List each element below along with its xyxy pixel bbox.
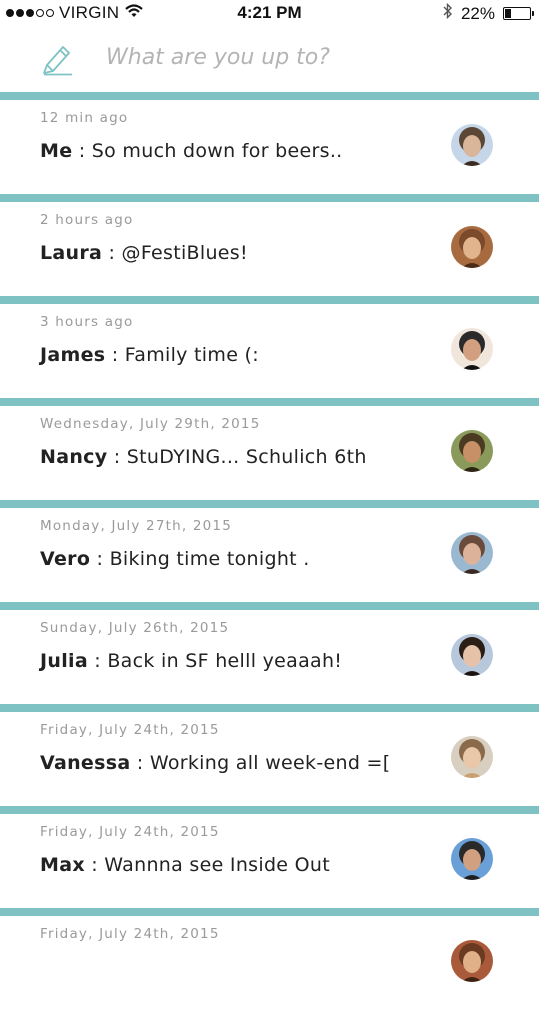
post-content: Julia : Back in SF helll yeaaah!	[40, 650, 342, 672]
post-author: Nancy	[40, 446, 108, 468]
post-separator: :	[84, 854, 105, 876]
post-message: Biking time tonight .	[109, 548, 310, 570]
post-separator: :	[102, 242, 122, 264]
post-separator: :	[90, 548, 110, 570]
post-author: Vero	[40, 548, 91, 570]
post-author: Laura	[40, 242, 103, 264]
post-content: Vanessa : Working all week-end =[	[40, 752, 390, 774]
post-timestamp: Friday, July 24th, 2015	[40, 722, 220, 738]
avatar[interactable]	[451, 430, 493, 472]
avatar[interactable]	[451, 736, 493, 778]
avatar[interactable]	[451, 328, 493, 370]
avatar[interactable]	[451, 634, 493, 676]
post-content: Nancy : StuDYING... Schulich 6th	[40, 446, 367, 468]
avatar[interactable]	[451, 838, 493, 880]
post-item[interactable]: Sunday, July 26th, 2015 Julia : Back in …	[0, 602, 539, 704]
post-author: Vanessa	[40, 752, 131, 774]
post-item[interactable]: 2 hours ago Laura : @FestiBlues!	[0, 194, 539, 296]
post-author: James	[40, 344, 106, 366]
post-timestamp: Sunday, July 26th, 2015	[40, 620, 230, 636]
post-author: Max	[40, 854, 85, 876]
post-message: Working all week-end =[	[149, 752, 391, 774]
post-item[interactable]: Friday, July 24th, 2015	[0, 908, 539, 1010]
avatar[interactable]	[451, 940, 493, 982]
post-timestamp: Friday, July 24th, 2015	[40, 926, 220, 942]
post-item[interactable]: 12 min ago Me : So much down for beers..	[0, 92, 539, 194]
post-timestamp: Friday, July 24th, 2015	[40, 824, 220, 840]
status-feed: 12 min ago Me : So much down for beers..…	[0, 92, 539, 1010]
post-item[interactable]: 3 hours ago James : Family time (:	[0, 296, 539, 398]
avatar[interactable]	[451, 532, 493, 574]
post-item[interactable]: Friday, July 24th, 2015 Max : Wannna see…	[0, 806, 539, 908]
post-author: Me	[40, 140, 73, 162]
post-content: Laura : @FestiBlues!	[40, 242, 248, 264]
post-message: Family time (:	[124, 344, 259, 366]
post-item[interactable]: Monday, July 27th, 2015 Vero : Biking ti…	[0, 500, 539, 602]
bluetooth-icon	[443, 2, 453, 24]
avatar[interactable]	[451, 124, 493, 166]
post-separator: :	[87, 650, 108, 672]
post-content: Me : So much down for beers..	[40, 140, 343, 162]
pencil-icon[interactable]	[40, 40, 76, 81]
post-separator: :	[72, 140, 92, 162]
post-timestamp: Wednesday, July 29th, 2015	[40, 416, 261, 432]
post-separator: :	[107, 446, 127, 468]
status-input[interactable]	[106, 41, 506, 73]
post-item[interactable]: Friday, July 24th, 2015 Vanessa : Workin…	[0, 704, 539, 806]
post-timestamp: Monday, July 27th, 2015	[40, 518, 233, 534]
post-content: James : Family time (:	[40, 344, 259, 366]
post-message: So much down for beers..	[91, 140, 343, 162]
status-right: 22%	[443, 2, 534, 24]
post-message: @FestiBlues!	[121, 242, 248, 264]
battery-percentage: 22%	[460, 3, 495, 23]
post-content: Vero : Biking time tonight .	[40, 548, 310, 570]
post-timestamp: 12 min ago	[40, 110, 129, 126]
post-timestamp: 2 hours ago	[40, 212, 134, 228]
post-message: Back in SF helll yeaaah!	[107, 650, 343, 672]
post-content: Max : Wannna see Inside Out	[40, 854, 330, 876]
avatar[interactable]	[451, 226, 493, 268]
status-bar: VIRGIN 4:21 PM 22%	[0, 0, 539, 28]
post-separator: :	[130, 752, 150, 774]
post-message: Wannna see Inside Out	[104, 854, 330, 876]
battery-icon	[503, 7, 534, 20]
post-message: StuDYING... Schulich 6th	[126, 446, 367, 468]
post-item[interactable]: Wednesday, July 29th, 2015 Nancy : StuDY…	[0, 398, 539, 500]
post-author: Julia	[40, 650, 88, 672]
post-separator: :	[105, 344, 125, 366]
post-timestamp: 3 hours ago	[40, 314, 134, 330]
status-composer	[0, 28, 539, 92]
